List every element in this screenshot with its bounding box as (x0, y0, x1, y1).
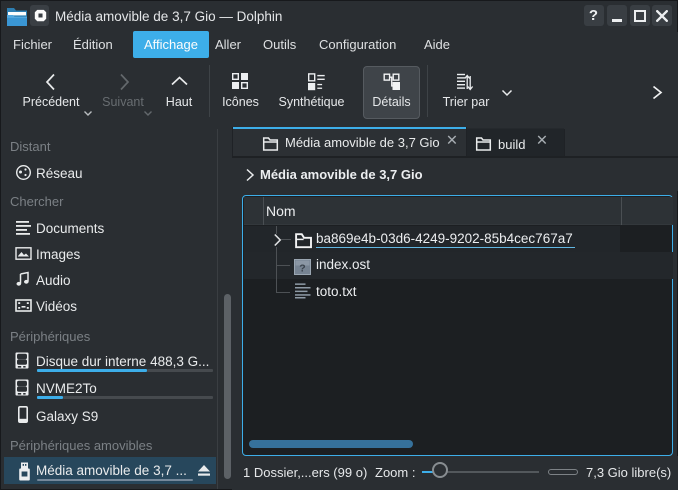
svg-text:?: ? (299, 263, 305, 275)
